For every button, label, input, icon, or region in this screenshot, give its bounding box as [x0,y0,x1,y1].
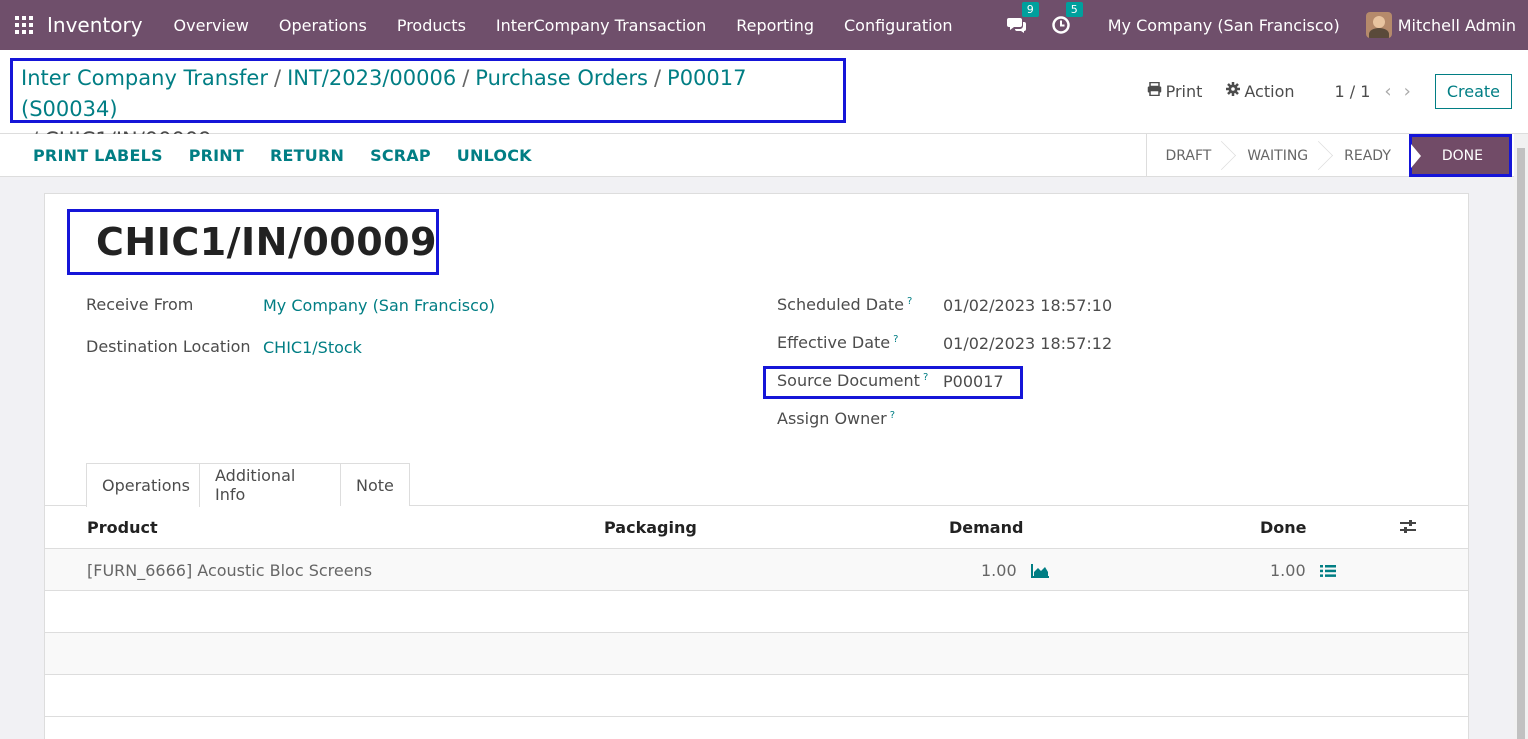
table-header: Product Packaging Demand Done [45,506,1468,549]
return-button[interactable]: RETURN [270,146,344,165]
top-navbar: Inventory Overview Operations Products I… [0,0,1528,50]
user-avatar[interactable] [1365,12,1392,38]
breadcrumb-item-purchase-orders[interactable]: Purchase Orders [475,66,648,90]
pager-previous-icon[interactable]: ‹ [1384,81,1391,102]
record-title: CHIC1/IN/00009 [96,220,438,264]
source-document-label: Source Document? [777,371,929,390]
optional-columns-icon[interactable] [1400,519,1416,539]
print-labels-button[interactable]: PRINT LABELS [33,146,163,165]
breadcrumb-item-inter-company-transfer[interactable]: Inter Company Transfer [21,66,268,90]
record-title-box: CHIC1/IN/00009 [67,209,439,275]
stage-done: DONE [1408,134,1512,177]
vertical-scrollbar[interactable] [1514,134,1528,739]
print-label: Print [1165,81,1203,101]
help-tooltip-icon[interactable]: ? [907,296,912,307]
tab-note[interactable]: Note [341,463,410,506]
effective-date-label: Effective Date? [777,333,899,352]
menu-intercompany-transaction[interactable]: InterCompany Transaction [481,16,721,35]
help-tooltip-icon[interactable]: ? [890,410,895,421]
status-bar: PRINT LABELS PRINT RETURN SCRAP UNLOCK D… [0,134,1528,177]
breadcrumb-separator: / [274,66,282,90]
done-cell: 1.00 [1270,561,1306,580]
assign-owner-label: Assign Owner? [777,409,895,428]
receive-from-label: Receive From [86,295,194,314]
effective-date-value: 01/02/2023 18:57:12 [943,334,1113,353]
apps-menu-icon[interactable] [15,16,33,34]
tab-operations[interactable]: Operations [86,463,200,507]
pager-value[interactable]: 1 / 1 [1335,82,1371,101]
activities-badge: 5 [1065,2,1083,17]
stage-draft: DRAFT [1147,134,1229,177]
scheduled-date-label: Scheduled Date? [777,295,913,314]
menu-products[interactable]: Products [382,16,481,35]
control-panel: Inter Company Transfer / INT/2023/00006/Pu… [0,50,1528,152]
stage-ready: READY [1344,147,1391,164]
create-button[interactable]: Create [1434,73,1512,109]
menu-configuration[interactable]: Configuration [829,16,968,35]
column-packaging[interactable]: Packaging [604,518,697,537]
empty-row [45,591,1468,633]
empty-row [45,633,1468,675]
messages-icon[interactable]: 9 [1006,2,1039,36]
action-label: Action [1244,81,1295,101]
table-row[interactable]: [FURN_6666] Acoustic Bloc Screens 1.00 1… [45,549,1468,591]
column-product[interactable]: Product [87,518,158,537]
action-dropdown-button[interactable]: Action [1226,81,1295,101]
empty-row [45,675,1468,717]
form-sheet: CHIC1/IN/00009 Receive From My Company (… [44,193,1469,739]
stage-pipeline: DRAFT WAITING READY DONE [1146,134,1512,177]
scheduled-date-value: 01/02/2023 18:57:10 [943,296,1113,315]
scrap-button[interactable]: SCRAP [370,146,431,165]
destination-location-label: Destination Location [86,337,251,356]
breadcrumb: Inter Company Transfer / INT/2023/00006/Pu… [10,58,846,152]
messages-badge: 9 [1021,2,1039,17]
forecast-chart-icon[interactable] [1031,563,1049,582]
column-done[interactable]: Done [1260,518,1307,537]
demand-cell: 1.00 [981,561,1017,580]
unlock-button[interactable]: UNLOCK [457,146,532,165]
activities-icon[interactable]: 5 [1050,2,1083,36]
breadcrumb-separator: / [462,66,470,90]
menu-overview[interactable]: Overview [159,16,264,35]
detailed-operations-list-icon[interactable] [1320,563,1336,582]
app-brand[interactable]: Inventory [47,13,143,37]
operations-table: Product Packaging Demand Done [FURN_6666… [45,506,1468,717]
receive-from-value[interactable]: My Company (San Francisco) [263,296,495,315]
product-cell: [FURN_6666] Acoustic Bloc Screens [87,561,373,580]
company-switcher[interactable]: My Company (San Francisco) [1108,16,1340,35]
printer-icon [1147,81,1162,100]
help-tooltip-icon[interactable]: ? [893,334,898,345]
breadcrumb-separator: / [653,66,662,90]
user-menu[interactable]: Mitchell Admin [1398,16,1516,35]
gear-icon [1226,82,1241,100]
menu-reporting[interactable]: Reporting [721,16,829,35]
stage-waiting: WAITING [1229,134,1326,177]
pager-next-icon[interactable]: › [1404,81,1411,102]
column-demand[interactable]: Demand [949,518,1023,537]
breadcrumb-item-int-2023-00006[interactable]: INT/2023/00006 [287,66,456,90]
menu-operations[interactable]: Operations [264,16,382,35]
tab-additional-info[interactable]: Additional Info [200,463,341,506]
print-dropdown-button[interactable]: Print [1147,81,1203,101]
source-document-value: P00017 [943,372,1004,391]
notebook-tabs: Operations Additional Info Note [45,463,1468,507]
help-tooltip-icon[interactable]: ? [923,372,928,383]
print-button[interactable]: PRINT [189,146,244,165]
scrollbar-thumb[interactable] [1517,148,1525,739]
destination-location-value[interactable]: CHIC1/Stock [263,338,362,357]
